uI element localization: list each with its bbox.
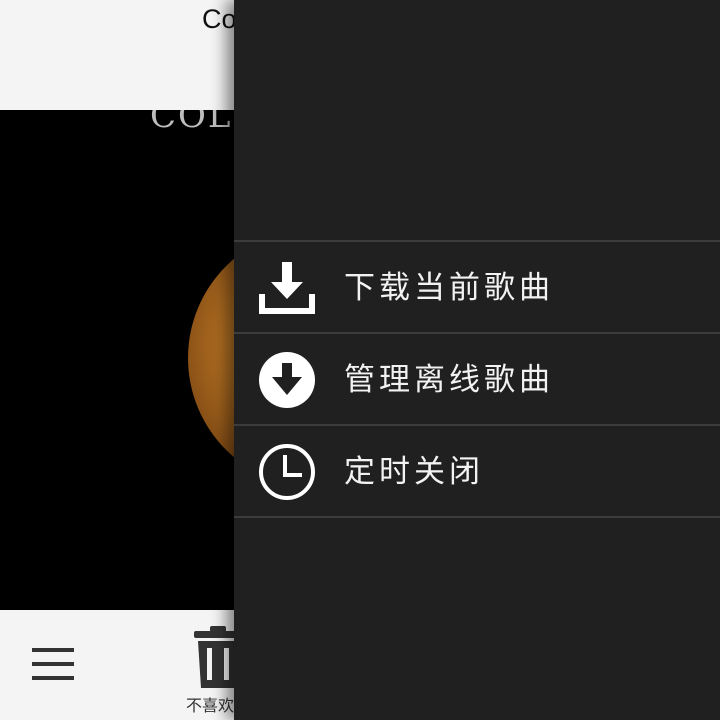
menu-item-download-current[interactable]: 下载当前歌曲 xyxy=(234,242,720,334)
menu-item-label: 管理离线歌曲 xyxy=(344,362,554,398)
download-icon xyxy=(259,262,315,314)
menu-item-sleep-timer[interactable]: 定时关闭 xyxy=(234,426,720,518)
menu-item-label: 下载当前歌曲 xyxy=(344,270,554,306)
dislike-label: 不喜欢 xyxy=(186,696,235,715)
menu-divider xyxy=(234,516,720,518)
song-title: Co xyxy=(202,4,237,34)
clock-icon xyxy=(259,444,315,500)
circle-download-icon xyxy=(259,352,315,408)
side-menu-drawer: 下载当前歌曲 管理离线歌曲 定时关闭 xyxy=(234,0,720,720)
menu-item-manage-offline[interactable]: 管理离线歌曲 xyxy=(234,334,720,426)
hamburger-menu-icon[interactable] xyxy=(32,646,76,682)
menu-item-label: 定时关闭 xyxy=(344,454,484,490)
